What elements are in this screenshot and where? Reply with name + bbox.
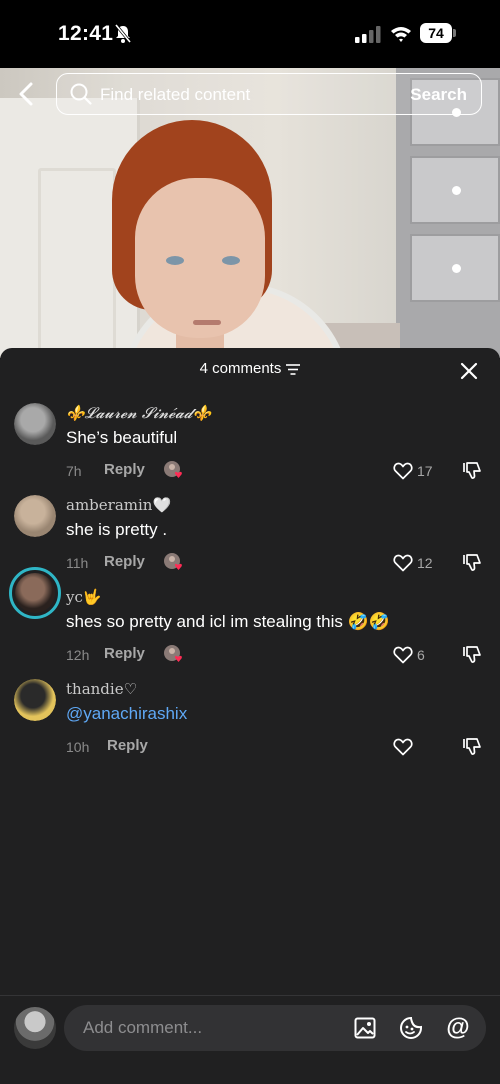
comment-text: she is pretty .	[66, 520, 168, 539]
liked-by-creator-icon	[164, 461, 182, 478]
search-icon	[70, 83, 92, 105]
reply-button[interactable]: Reply	[104, 645, 145, 662]
comment-timestamp: 12h	[66, 647, 90, 663]
composer-divider	[0, 995, 500, 996]
person-mouth	[193, 320, 221, 325]
back-chevron-icon[interactable]	[14, 80, 40, 108]
comment-timestamp: 7h	[66, 463, 82, 479]
comment-item: amberamin🤍 she is pretty . 11h Reply 12	[0, 490, 500, 582]
person-eye-left	[166, 256, 184, 265]
reply-button[interactable]: Reply	[104, 461, 145, 478]
comment-username[interactable]: ⚜️𝓛𝓪𝓾𝓻𝓮𝓷 𝓢𝓲𝓷𝓮́𝓪𝓭⚜️	[66, 404, 211, 422]
emoji-sticker-icon[interactable]	[399, 1016, 423, 1040]
search-bar[interactable]: Find related content Search	[56, 73, 482, 115]
comment-timestamp: 10h	[66, 739, 90, 755]
avatar[interactable]	[14, 679, 56, 721]
like-count: 6	[417, 647, 425, 663]
image-icon[interactable]	[354, 1017, 376, 1039]
reply-button[interactable]: Reply	[104, 553, 145, 570]
liked-by-creator-icon	[164, 645, 182, 662]
comment-input-placeholder: Add comment...	[83, 1018, 203, 1037]
avatar[interactable]	[14, 1007, 56, 1049]
battery-tip	[453, 29, 456, 37]
cell-signal-icon	[355, 26, 381, 43]
avatar[interactable]	[9, 567, 61, 619]
comment-timestamp: 11h	[66, 555, 89, 571]
sort-filter-icon[interactable]	[286, 363, 301, 375]
dislike-icon[interactable]	[462, 461, 482, 481]
comment-username[interactable]: amberamin🤍	[66, 496, 171, 514]
search-button[interactable]: Search	[410, 85, 467, 105]
person-face	[135, 178, 265, 338]
like-count: 17	[417, 463, 433, 479]
comment-item: thandie♡ @yanachirashix 10h Reply	[0, 674, 500, 766]
avatar[interactable]	[14, 495, 56, 537]
person-eye-right	[222, 256, 240, 265]
dislike-icon[interactable]	[462, 645, 482, 665]
comment-username[interactable]: yc🤟	[66, 588, 102, 606]
comment-text: She’s beautiful	[66, 428, 178, 447]
close-icon[interactable]	[459, 361, 479, 381]
bell-muted-icon	[114, 24, 132, 43]
comment-username[interactable]: thandie♡	[66, 680, 137, 698]
like-count: 12	[417, 555, 433, 571]
search-input[interactable]: Find related content	[100, 85, 250, 105]
comment-item: yc🤟 shes so pretty and icl im stealing th…	[0, 567, 500, 674]
comments-count: 4 comments	[199, 360, 282, 377]
dislike-icon[interactable]	[462, 553, 482, 573]
mention-icon[interactable]: @	[446, 1015, 470, 1041]
dislike-icon[interactable]	[462, 737, 482, 757]
liked-by-creator-icon	[164, 553, 182, 570]
comments-header: 4 comments	[0, 360, 500, 377]
heart-icon[interactable]	[393, 462, 413, 480]
heart-icon[interactable]	[393, 646, 413, 664]
status-bar: 12:41 74	[0, 0, 500, 68]
comment-item: ⚜️𝓛𝓪𝓾𝓻𝓮𝓷 𝓢𝓲𝓷𝓮́𝓪𝓭⚜️ She’s beautiful 7h Reply…	[0, 398, 500, 490]
reply-button[interactable]: Reply	[107, 737, 148, 754]
status-time: 12:41	[58, 22, 114, 45]
comment-text: shes so pretty and icl im stealing this …	[66, 612, 390, 631]
heart-icon[interactable]	[393, 554, 413, 572]
avatar[interactable]	[14, 403, 56, 445]
wifi-icon	[391, 27, 411, 42]
battery-level: 74	[420, 23, 452, 43]
heart-icon[interactable]	[393, 738, 413, 756]
comment-text[interactable]: @yanachirashix	[66, 704, 187, 724]
